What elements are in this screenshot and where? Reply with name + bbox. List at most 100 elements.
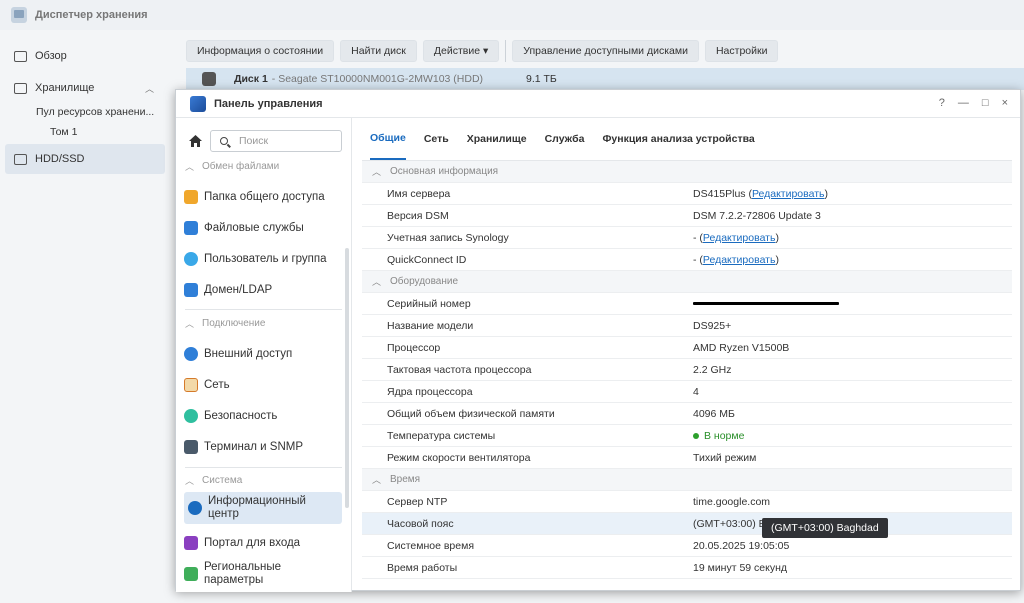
divider — [185, 467, 342, 468]
nav-info-center[interactable]: Информационный центр — [184, 492, 342, 524]
row-value: Тихий режим — [693, 451, 757, 464]
sidebar-item-label: Обзор — [35, 50, 67, 62]
sidebar-item-volume[interactable]: Том 1 — [0, 122, 170, 142]
row-label: Время работы — [387, 561, 458, 574]
tab-bar: Общие Сеть Хранилище Служба Функция анал… — [362, 118, 1012, 161]
row-value: ) — [775, 231, 779, 244]
nav-scrollbar[interactable] — [345, 248, 349, 508]
disk-row[interactable]: Диск 1 - Seagate ST10000NM001G-2MW103 (H… — [186, 68, 1024, 90]
row-label: Учетная запись Synology — [387, 231, 509, 244]
help-icon[interactable]: ? — [939, 97, 945, 109]
chevron-up-icon: ︿ — [372, 475, 382, 485]
nav-user-group[interactable]: Пользователь и группа — [184, 244, 342, 274]
nav-label: Информационный — [208, 495, 306, 507]
minimize-icon[interactable]: — — [958, 97, 969, 109]
maximize-icon[interactable]: □ — [982, 97, 989, 109]
status-info-button[interactable]: Информация о состоянии — [186, 40, 335, 62]
sidebar-item-storage[interactable]: Хранилище ︿ — [0, 74, 170, 102]
edit-link[interactable]: Редактировать — [752, 188, 825, 200]
tab-general[interactable]: Общие — [370, 118, 406, 160]
section-file-sharing[interactable]: ︿ Обмен файлами — [185, 160, 279, 173]
nav-network[interactable]: Сеть — [184, 370, 342, 400]
info-row: Процессор AMD Ryzen V1500B — [362, 337, 1012, 359]
nav-label: Безопасность — [204, 410, 278, 422]
sidebar-item-hdd-ssd[interactable]: HDD/SSD — [5, 144, 165, 174]
hdd-icon — [14, 153, 27, 165]
group-time[interactable]: ︿ Время — [362, 469, 1012, 491]
info-row: Время работы 19 минут 59 секунд — [362, 557, 1012, 579]
find-disk-button[interactable]: Найти диск — [340, 40, 417, 62]
tab-storage[interactable]: Хранилище — [467, 118, 527, 160]
folder-icon — [184, 190, 198, 204]
section-connectivity[interactable]: ︿ Подключение — [185, 317, 265, 330]
storage-icon — [14, 82, 27, 94]
redaction-bar — [693, 302, 839, 305]
disk-name: Диск 1 — [234, 73, 268, 85]
nav-regional-options[interactable]: Региональные параметры — [184, 558, 342, 590]
sidebar-item-pool[interactable]: Пул ресурсов хранени... — [0, 102, 170, 122]
close-icon[interactable]: × — [1002, 97, 1008, 109]
chevron-up-icon: ︿ — [185, 476, 195, 486]
settings-button[interactable]: Настройки — [704, 40, 779, 62]
storage-manager-sidebar: Обзор Хранилище ︿ Пул ресурсов хранени..… — [0, 30, 170, 603]
external-access-icon — [184, 347, 198, 361]
row-value: 4096 МБ — [693, 407, 735, 420]
sidebar-item-label: Хранилище — [35, 82, 95, 94]
nav-label: Пользователь и группа — [204, 253, 327, 265]
tab-network[interactable]: Сеть — [424, 118, 449, 160]
row-value: 19 минут 59 секунд — [693, 561, 788, 574]
nav-security[interactable]: Безопасность — [184, 401, 342, 431]
info-row: Учетная запись Synology - (Редактировать… — [362, 227, 1012, 249]
action-dropdown-button[interactable]: Действие ▾ — [422, 40, 500, 62]
section-system[interactable]: ︿ Система — [185, 474, 242, 487]
storage-manager-icon — [11, 7, 27, 23]
row-value: - ( — [693, 253, 703, 266]
info-row: Тактовая частота процессора 2.2 GHz — [362, 359, 1012, 381]
nav-terminal-snmp[interactable]: Терминал и SNMP — [184, 432, 342, 462]
sidebar-item-overview[interactable]: Обзор — [0, 42, 170, 70]
nav-external-access[interactable]: Внешний доступ — [184, 339, 342, 369]
nav-label: Региональные — [204, 561, 282, 573]
row-label: Ядра процессора — [387, 385, 473, 398]
row-value: 4 — [693, 385, 699, 398]
nav-file-services[interactable]: Файловые службы — [184, 213, 342, 243]
home-icon[interactable] — [185, 131, 205, 151]
chevron-up-icon: ︿ — [185, 162, 195, 172]
nav-login-portal[interactable]: Портал для входа — [184, 528, 342, 558]
tab-device-analytics[interactable]: Функция анализа устройства — [602, 118, 754, 160]
group-hardware[interactable]: ︿ Оборудование — [362, 271, 1012, 293]
nav-label: Папка общего доступа — [204, 191, 325, 203]
info-row: QuickConnect ID - (Редактировать) — [362, 249, 1012, 271]
disk-size: 9.1 ТБ — [526, 73, 557, 85]
window-title: Панель управления — [214, 97, 323, 110]
nav-domain-ldap[interactable]: Домен/LDAP — [184, 275, 342, 305]
row-label: Серийный номер — [387, 297, 471, 310]
row-value: DSM 7.2.2-72806 Update 3 — [693, 209, 821, 222]
chevron-up-icon[interactable]: ︿ — [145, 82, 154, 95]
row-label: Тактовая частота процессора — [387, 363, 532, 376]
info-row: Имя сервера DS415Plus (Редактировать) — [362, 183, 1012, 205]
row-value: DS415Plus ( — [693, 187, 752, 200]
info-row: Ядра процессора 4 — [362, 381, 1012, 403]
info-row: Системное время 20.05.2025 19:05:05 — [362, 535, 1012, 557]
row-value: ) — [775, 253, 779, 266]
edit-link[interactable]: Редактировать — [703, 232, 776, 244]
login-portal-icon — [184, 536, 198, 550]
tab-service[interactable]: Служба — [545, 118, 585, 160]
row-value: DS925+ — [693, 319, 732, 332]
group-basic-info[interactable]: ︿ Основная информация — [362, 161, 1012, 183]
search-input[interactable] — [237, 134, 331, 148]
search-field[interactable] — [210, 130, 342, 152]
overview-icon — [14, 50, 27, 62]
row-value: ) — [824, 187, 828, 200]
window-titlebar[interactable]: Панель управления ? — □ × — [176, 90, 1020, 118]
edit-link[interactable]: Редактировать — [703, 254, 776, 266]
row-label: Режим скорости вентилятора — [387, 451, 531, 464]
row-label: QuickConnect ID — [387, 253, 467, 266]
row-label: Название модели — [387, 319, 474, 332]
row-label: Часовой пояс — [387, 517, 454, 530]
info-row: Версия DSM DSM 7.2.2-72806 Update 3 — [362, 205, 1012, 227]
manage-disks-button[interactable]: Управление доступными дисками — [512, 40, 699, 62]
nav-shared-folder[interactable]: Папка общего доступа — [184, 182, 342, 212]
info-icon — [188, 501, 202, 515]
